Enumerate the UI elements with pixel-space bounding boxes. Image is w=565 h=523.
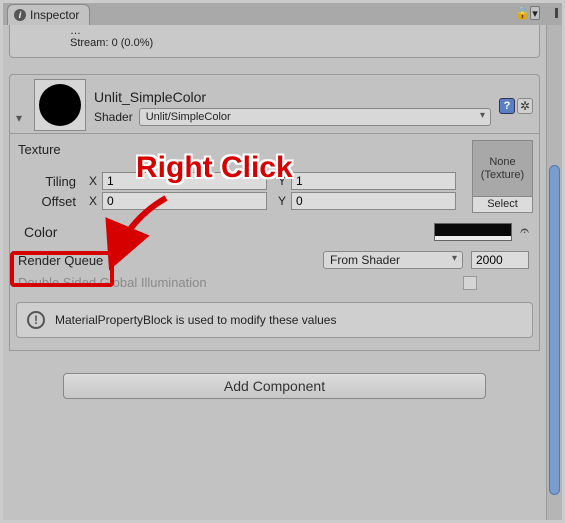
add-component-button[interactable]: Add Component	[63, 373, 486, 399]
lock-icon[interactable]: 🔒	[515, 6, 530, 20]
tab-label: Inspector	[30, 8, 79, 22]
stream-stat-line: Stream: 0 (0.0%)	[70, 37, 521, 49]
tab-bar: i Inspector 🔒 ▾	[3, 3, 562, 25]
texture-slot-line1: None	[489, 156, 515, 169]
scrollbar-thumb[interactable]	[549, 165, 560, 495]
material-preview[interactable]	[34, 79, 86, 131]
info-box: ! MaterialPropertyBlock is used to modif…	[16, 302, 533, 338]
gear-icon[interactable]: ✲	[517, 98, 533, 114]
material-body: Texture Tiling X Y Offset	[10, 133, 539, 350]
color-swatch[interactable]	[434, 223, 512, 241]
offset-y-input[interactable]	[291, 192, 456, 210]
render-queue-row: Render Queue From Shader	[16, 251, 533, 275]
offset-label: Offset	[16, 194, 84, 209]
shader-label: Shader	[94, 110, 133, 124]
truncated-component-card: … Stream: 0 (0.0%)	[9, 25, 540, 58]
render-queue-label: Render Queue	[18, 253, 315, 268]
double-sided-gi-checkbox[interactable]	[463, 276, 477, 290]
shader-dropdown[interactable]: Unlit/SimpleColor	[139, 108, 491, 126]
color-label[interactable]: Color	[18, 221, 98, 243]
panel-menu-icon[interactable]	[555, 8, 558, 18]
double-sided-gi-row: Double Sided Global Illumination	[16, 275, 533, 296]
tiling-x-input[interactable]	[102, 172, 267, 190]
double-sided-gi-label: Double Sided Global Illumination	[18, 275, 453, 290]
tiling-y-input[interactable]	[291, 172, 456, 190]
material-foldout-icon[interactable]: ▾	[12, 111, 26, 131]
render-queue-mode-dropdown[interactable]: From Shader	[323, 251, 463, 269]
lock-area: 🔒 ▾	[515, 6, 540, 20]
axis-y-label-2: Y	[273, 194, 291, 208]
eyedropper-icon[interactable]: 𝄐	[520, 223, 529, 241]
add-component-label: Add Component	[224, 378, 325, 394]
axis-x-label: X	[84, 174, 102, 188]
info-icon: i	[14, 9, 26, 21]
inspector-tab[interactable]: i Inspector	[7, 4, 90, 25]
material-name: Unlit_SimpleColor	[94, 85, 491, 108]
texture-section: Texture Tiling X Y Offset	[16, 140, 533, 213]
texture-slot[interactable]: None (Texture) Select	[472, 140, 533, 213]
vertical-scrollbar[interactable]	[546, 25, 562, 520]
lock-dropdown[interactable]: ▾	[530, 6, 540, 20]
truncated-line: …	[70, 25, 521, 37]
inspector-body: … Stream: 0 (0.0%) ▾ Unlit_SimpleColor S…	[3, 25, 546, 520]
offset-x-input[interactable]	[102, 192, 267, 210]
tiling-label: Tiling	[16, 174, 84, 189]
material-header: ▾ Unlit_SimpleColor Shader Unlit/SimpleC…	[10, 75, 539, 133]
axis-y-label: Y	[273, 174, 291, 188]
info-message: MaterialPropertyBlock is used to modify …	[55, 313, 336, 327]
help-icon[interactable]: ?	[499, 98, 515, 114]
shader-value: Unlit/SimpleColor	[146, 111, 231, 123]
inspector-window: i Inspector 🔒 ▾ … Stream: 0 (0.0%) ▾	[0, 0, 565, 523]
texture-slot-line2: (Texture)	[481, 169, 524, 182]
render-queue-value-input[interactable]	[471, 251, 529, 269]
color-row: Color 𝄐	[16, 213, 533, 251]
material-card: ▾ Unlit_SimpleColor Shader Unlit/SimpleC…	[9, 74, 540, 351]
axis-x-label-2: X	[84, 194, 102, 208]
info-warn-icon: !	[27, 311, 45, 329]
material-preview-sphere	[39, 84, 81, 126]
texture-select-button[interactable]: Select	[473, 196, 532, 212]
texture-label: Texture	[16, 140, 462, 163]
render-queue-mode-value: From Shader	[330, 253, 400, 267]
